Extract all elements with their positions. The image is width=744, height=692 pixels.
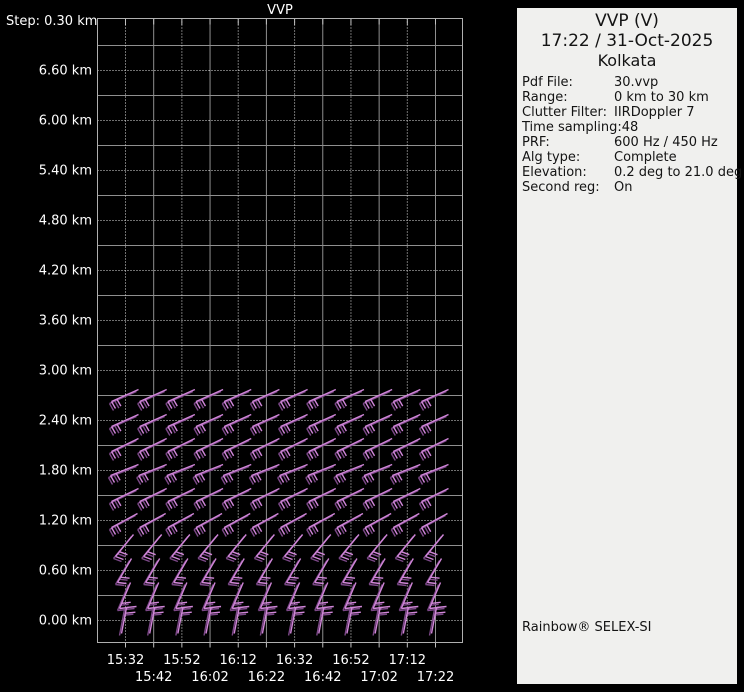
x-axis-label: 17:02 — [360, 670, 397, 685]
info-label: Pdf File: — [522, 75, 573, 90]
y-axis-label: 6.00 km — [39, 114, 92, 129]
info-row: Time sampling: 48 — [522, 120, 737, 135]
x-axis-label: 16:22 — [248, 670, 285, 685]
site-name: Kolkata — [597, 51, 657, 70]
brand-footer: Rainbow® SELEX-SI — [522, 620, 652, 635]
x-axis-label: 16:02 — [191, 670, 228, 685]
info-value: Complete — [614, 150, 677, 165]
x-axis-label: 17:12 — [389, 653, 426, 668]
info-value: 30.vvp — [614, 75, 659, 90]
x-axis-label: 16:52 — [332, 653, 369, 668]
product-title: VVP (V) — [595, 11, 659, 31]
y-axis-label: 2.40 km — [39, 414, 92, 429]
y-axis-label: 5.40 km — [39, 164, 92, 179]
x-axis-label: 16:32 — [276, 653, 313, 668]
info-label: PRF: — [522, 135, 550, 150]
info-row: Pdf File: 30.vvp — [522, 75, 737, 90]
y-axis-label: 3.60 km — [39, 314, 92, 329]
y-axis-label: 4.80 km — [39, 214, 92, 229]
vvp-chart: VVP Step: 0.30 km 6.60 km 6.00 km 5.40 km 4.8… — [0, 0, 517, 688]
x-axis-label: 16:12 — [219, 653, 256, 668]
info-row: PRF: 600 Hz / 450 Hz — [522, 135, 737, 150]
info-row: Range: 0 km to 30 km — [522, 90, 737, 105]
vvp-window: { "chart_data": { "type": "wind-barb-pro… — [0, 0, 744, 688]
info-row: Clutter Filter: IIRDoppler 7 — [522, 105, 737, 120]
y-axis-label: 1.20 km — [39, 514, 92, 529]
info-label: Clutter Filter: — [522, 105, 607, 120]
info-label: Elevation: — [522, 165, 587, 180]
x-axis-label: 16:42 — [304, 670, 341, 685]
info-row: Second reg: On — [522, 180, 737, 195]
info-fields: Pdf File: 30.vvp Range: 0 km to 30 km Clutte… — [517, 75, 742, 195]
info-label: Alg type: — [522, 150, 581, 165]
x-axis-label: 17:22 — [417, 670, 454, 685]
y-axis-label: 4.20 km — [39, 264, 92, 279]
y-axis-label: 0.60 km — [39, 564, 92, 579]
y-axis-label: 6.60 km — [39, 64, 92, 79]
chart-title: VVP — [267, 3, 293, 18]
info-value: On — [614, 180, 633, 195]
y-axis-label: 3.00 km — [39, 364, 92, 379]
info-label: Range: — [522, 90, 568, 105]
x-axis-label: 15:32 — [107, 653, 144, 668]
info-value: 48 — [621, 120, 639, 135]
scan-datetime: 17:22 / 31-Oct-2025 — [540, 31, 714, 51]
info-row: Alg type: Complete — [522, 150, 737, 165]
vvp-chart-area: VVP Step: 0.30 km 6.60 km 6.00 km 5.40 km 4.8… — [0, 0, 517, 688]
info-value: IIRDoppler 7 — [614, 105, 695, 120]
info-row: Elevation: 0.2 deg to 21.0 deg — [522, 165, 742, 180]
info-value: 0 km to 30 km — [614, 90, 709, 105]
info-label: Time sampling: — [522, 120, 622, 135]
info-value: 0.2 deg to 21.0 deg — [614, 165, 743, 180]
info-value: 600 Hz / 450 Hz — [614, 135, 718, 150]
x-axis-label: 15:42 — [135, 670, 172, 685]
info-label: Second reg: — [522, 180, 600, 195]
y-axis-label: 0.00 km — [39, 614, 92, 629]
info-panel: VVP (V) 17:22 / 31-Oct-2025 Kolkata Pdf … — [517, 8, 742, 684]
step-label: Step: 0.30 km — [6, 14, 97, 29]
y-axis-label: 1.80 km — [39, 464, 92, 479]
x-axis-label: 15:52 — [163, 653, 200, 668]
